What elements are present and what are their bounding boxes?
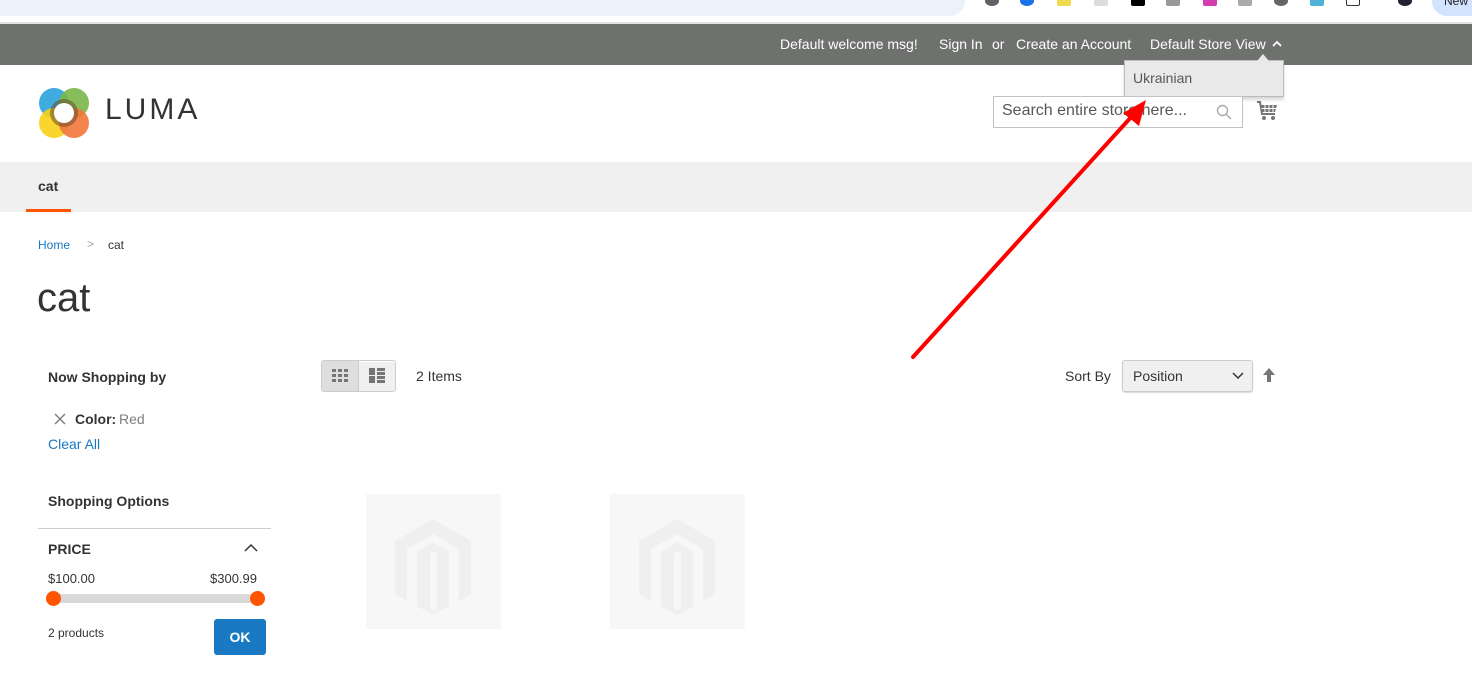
cart-icon[interactable] (1256, 100, 1278, 122)
grid-mode-button[interactable] (322, 361, 359, 391)
price-max: $300.99 (210, 571, 257, 586)
logo-text[interactable]: LUMA (105, 93, 200, 127)
extension-gradient-icon[interactable] (1203, 0, 1217, 6)
shopping-options-title: Shopping Options (48, 493, 170, 509)
product-image-placeholder[interactable] (610, 494, 745, 629)
extension-camera-icon[interactable] (1166, 0, 1180, 6)
extension-shield-icon[interactable] (1274, 0, 1288, 6)
price-slider-track[interactable] (53, 594, 257, 603)
extension-code-icon[interactable] (1238, 0, 1252, 6)
price-slider-max-handle[interactable] (249, 591, 265, 606)
address-bar[interactable]: https://test1.loc/cat.html?color=Red ☆ (0, 0, 965, 16)
main-navigation: cat (0, 162, 1472, 212)
magento-placeholder-icon (639, 519, 715, 615)
sort-by-value: Position (1133, 368, 1183, 384)
store-view-dropdown: Ukrainian (1124, 54, 1284, 97)
store-view-switcher[interactable]: Default Store View (1150, 36, 1282, 52)
items-count: 2 Items (416, 368, 462, 384)
nav-item-cat[interactable]: cat (26, 162, 71, 212)
or-text: or (992, 36, 1005, 52)
list-mode-button[interactable] (359, 361, 395, 391)
top-panel: Default welcome msg! Sign In or Create a… (0, 22, 1472, 65)
view-mode-switcher (321, 360, 396, 392)
price-ok-button[interactable]: OK (214, 619, 266, 655)
profile-avatar[interactable] (1398, 0, 1412, 6)
store-view-label: Default Store View (1150, 36, 1266, 52)
create-account-link[interactable]: Create an Account (1016, 36, 1131, 52)
welcome-message: Default welcome msg! (780, 36, 918, 52)
sort-direction-arrow-icon[interactable] (1262, 367, 1276, 383)
sort-by-select[interactable]: Position (1122, 360, 1253, 392)
price-filter-title[interactable]: PRICE (48, 541, 91, 557)
chevron-up-icon (1271, 40, 1282, 47)
chevron-up-icon[interactable] (244, 543, 258, 553)
extension-gear-icon[interactable] (985, 0, 999, 6)
products-count: 2 products (48, 626, 105, 640)
filter-label: Color: (75, 411, 117, 427)
browser-toolbar: https://test1.loc/cat.html?color=Red ☆ N… (0, 0, 1472, 22)
search-input[interactable] (994, 97, 1204, 125)
breadcrumb-separator: > (87, 237, 95, 251)
breadcrumb-home[interactable]: Home (38, 238, 70, 252)
sort-by-label: Sort By (1065, 368, 1111, 384)
price-slider-min-handle[interactable] (45, 591, 61, 606)
product-image-placeholder[interactable] (366, 494, 501, 629)
divider (38, 528, 271, 529)
search-icon[interactable] (1216, 104, 1232, 120)
list-icon (369, 368, 385, 383)
extension-page-icon[interactable] (1094, 0, 1108, 6)
remove-filter-icon[interactable] (54, 413, 66, 425)
breadcrumb-current: cat (108, 238, 125, 252)
page-title: cat (37, 276, 91, 320)
extension-blue-icon[interactable] (1020, 0, 1034, 6)
store-option-ukrainian[interactable]: Ukrainian (1133, 70, 1192, 86)
luma-logo-icon[interactable] (38, 87, 90, 139)
chevron-down-icon (1232, 372, 1244, 379)
sign-in-link[interactable]: Sign In (939, 36, 983, 52)
now-shopping-title: Now Shopping by (48, 369, 167, 385)
new-chip[interactable]: New (1432, 0, 1472, 16)
extension-js-icon[interactable] (1057, 0, 1071, 6)
magento-placeholder-icon (395, 519, 471, 615)
search-box[interactable] (993, 96, 1243, 128)
extension-download-icon[interactable] (1310, 0, 1324, 6)
price-min: $100.00 (48, 571, 95, 586)
grid-icon (332, 369, 348, 382)
extensions-puzzle-icon[interactable] (1346, 0, 1360, 6)
dropdown-caret (1257, 54, 1269, 61)
extension-color-icon[interactable] (1131, 0, 1145, 6)
clear-all-link[interactable]: Clear All (48, 436, 100, 452)
filter-value: Red (119, 411, 145, 427)
